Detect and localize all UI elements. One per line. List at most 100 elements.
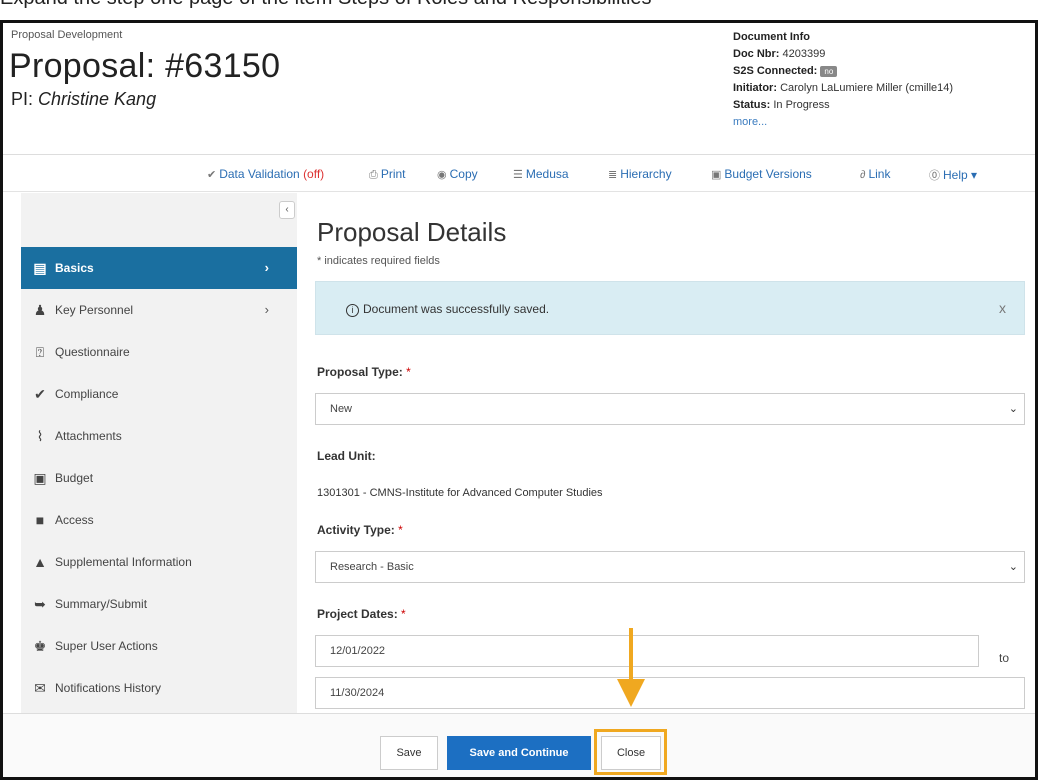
sidebar-item-summary-submit[interactable]: ➥ Summary/Submit xyxy=(21,583,297,625)
status-row: Status: In Progress xyxy=(733,97,953,114)
required-marker: * xyxy=(398,523,403,537)
project-dates-label-text: Project Dates: xyxy=(317,607,398,621)
activity-type-label-text: Activity Type: xyxy=(317,523,395,537)
sidebar-item-label: Budget xyxy=(55,471,94,485)
medusa-button[interactable]: ☰ Medusa xyxy=(513,167,569,181)
document-header: Proposal Development Proposal: #63150 PI… xyxy=(3,23,1035,155)
to-label: to xyxy=(999,651,1010,665)
proposal-type-select[interactable]: New ⌄ xyxy=(315,393,1025,425)
lock-icon: ■ xyxy=(35,512,45,528)
end-date-input[interactable]: 11/30/2024 xyxy=(315,677,1025,709)
print-button[interactable]: ⎙ Print xyxy=(369,167,406,182)
hierarchy-icon: ≣ xyxy=(608,169,618,181)
lead-unit-value: 1301301 - CMNS-Institute for Advanced Co… xyxy=(317,487,603,499)
copy-button[interactable]: ◉ Copy xyxy=(437,167,478,181)
link-button[interactable]: ∂ Link xyxy=(860,167,890,181)
list-icon: ☰ xyxy=(513,169,523,181)
document-icon: ▤ xyxy=(33,260,47,276)
close-alert-icon[interactable]: x xyxy=(999,300,1006,316)
help-menu[interactable]: ⓪ Help ▾ xyxy=(929,167,977,183)
sidebar-item-label: Notifications History xyxy=(55,681,162,695)
submit-icon: ➥ xyxy=(34,596,46,612)
hierarchy-button[interactable]: ≣ Hierarchy xyxy=(608,167,672,181)
sidebar-item-attachments[interactable]: ⌇ Attachments xyxy=(21,415,297,457)
document-info: Document Info Doc Nbr: 4203399 S2S Conne… xyxy=(733,29,953,131)
caption-strip: Expand the step one page of the item Ste… xyxy=(0,0,1038,20)
sidebar-item-label: Super User Actions xyxy=(55,639,158,653)
pointer-arrow-icon xyxy=(617,679,645,707)
activity-type-label: Activity Type: * xyxy=(317,523,403,537)
data-validation-button[interactable]: ✔ Data Validation (off) xyxy=(207,167,324,181)
main-content: Proposal Details * indicates required fi… xyxy=(299,193,1035,713)
chevron-right-icon: › xyxy=(264,260,269,275)
sidebar-item-label: Compliance xyxy=(55,387,119,401)
help-label: Help xyxy=(943,168,968,182)
footer-actions: Save Save and Continue Close xyxy=(3,713,1035,777)
start-date-input[interactable]: 12/01/2022 xyxy=(315,635,979,667)
status-label: Status: xyxy=(733,99,771,111)
s2s-row: S2S Connected: no xyxy=(733,63,953,80)
sidebar-item-supplemental-information[interactable]: ▲ Supplemental Information xyxy=(21,541,297,583)
s2s-badge: no xyxy=(820,65,838,77)
bell-icon: ▲ xyxy=(33,554,47,570)
sidebar-item-super-user-actions[interactable]: ♚ Super User Actions xyxy=(21,625,297,667)
data-validation-state: (off) xyxy=(303,167,325,181)
alert-text: Document was successfully saved. xyxy=(363,302,550,316)
sidebar-item-label: Access xyxy=(55,513,94,527)
sidebar-item-label: Key Personnel xyxy=(55,303,134,317)
sidebar: ‹ ▤ Basics › ♟ Key Personnel › ⍰ Questio… xyxy=(21,193,297,713)
copy-label: Copy xyxy=(449,167,478,181)
money-icon: ▣ xyxy=(33,470,47,486)
sidebar-item-label: Summary/Submit xyxy=(55,597,148,611)
more-link[interactable]: more... xyxy=(733,114,953,131)
doc-number-label: Doc Nbr: xyxy=(733,48,780,60)
money-icon: ▣ xyxy=(711,169,722,181)
help-icon: ⓪ xyxy=(929,170,940,182)
collapse-sidebar-button[interactable]: ‹ xyxy=(279,201,295,219)
pi-label: PI: xyxy=(11,89,39,109)
pi-name: Christine Kang xyxy=(38,89,157,109)
person-icon: ♟ xyxy=(33,302,47,318)
chevron-down-icon: ⌄ xyxy=(1008,403,1018,415)
data-validation-label: Data Validation xyxy=(219,167,300,181)
save-button[interactable]: Save xyxy=(380,736,438,770)
chevron-down-icon: ⌄ xyxy=(1008,561,1018,573)
activity-type-select[interactable]: Research - Basic ⌄ xyxy=(315,551,1025,583)
sidebar-item-label: Questionnaire xyxy=(55,345,130,359)
lead-unit-label: Lead Unit: xyxy=(317,449,376,463)
check-icon: ✔ xyxy=(34,386,46,402)
sidebar-item-budget[interactable]: ▣ Budget xyxy=(21,457,297,499)
doc-number: 4203399 xyxy=(782,48,826,60)
required-fields-note: * indicates required fields xyxy=(317,255,440,267)
budget-versions-button[interactable]: ▣ Budget Versions xyxy=(711,167,812,181)
breadcrumb: Proposal Development xyxy=(11,29,123,41)
sidebar-item-key-personnel[interactable]: ♟ Key Personnel › xyxy=(21,289,297,331)
caret-down-icon: ▾ xyxy=(971,168,978,182)
app-window: Proposal Development Proposal: #63150 PI… xyxy=(0,20,1038,780)
required-marker: * xyxy=(406,365,411,379)
info-icon: i xyxy=(346,304,359,317)
doc-number-row: Doc Nbr: 4203399 xyxy=(733,46,953,63)
chevron-right-icon: › xyxy=(264,302,269,317)
user-admin-icon: ♚ xyxy=(33,638,47,654)
sidebar-item-notifications-history[interactable]: ✉ Notifications History xyxy=(21,667,297,709)
success-alert: i Document was successfully saved. x xyxy=(315,281,1025,335)
eye-icon: ◉ xyxy=(437,169,447,181)
sidebar-item-compliance[interactable]: ✔ Compliance xyxy=(21,373,297,415)
print-label: Print xyxy=(380,167,406,181)
question-icon: ⍰ xyxy=(35,344,45,360)
sidebar-item-label: Basics xyxy=(55,261,94,275)
initiator-value: Carolyn LaLumiere Miller (cmille14) xyxy=(780,82,954,94)
link-label: Link xyxy=(868,167,891,181)
sidebar-item-access[interactable]: ■ Access xyxy=(21,499,297,541)
save-and-continue-button[interactable]: Save and Continue xyxy=(447,736,591,770)
activity-type-value: Research - Basic xyxy=(330,561,414,573)
pi-line: PI: Christine Kang xyxy=(11,89,156,110)
link-icon: ∂ xyxy=(860,169,866,181)
pointer-arrow-shaft xyxy=(629,628,633,682)
sidebar-item-questionnaire[interactable]: ⍰ Questionnaire xyxy=(21,331,297,373)
close-button-highlight xyxy=(594,729,667,775)
proposal-type-label-text: Proposal Type: xyxy=(317,365,403,379)
sidebar-item-basics[interactable]: ▤ Basics › xyxy=(21,247,297,289)
required-marker: * xyxy=(401,607,406,621)
